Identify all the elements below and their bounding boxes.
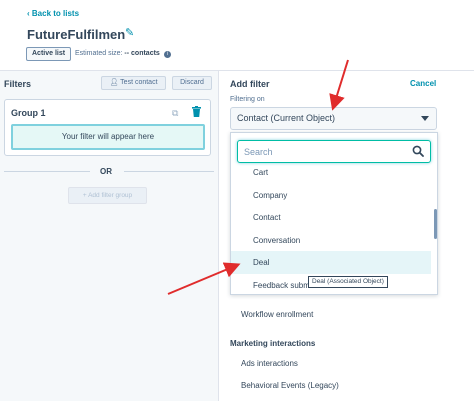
estimated-size-value: -- contacts bbox=[124, 50, 160, 57]
test-contact-label: Test contact bbox=[120, 79, 158, 86]
filter-placeholder[interactable]: Your filter will appear here bbox=[11, 124, 205, 150]
property-item-behavioral-events[interactable]: Behavioral Events (Legacy) bbox=[241, 381, 339, 390]
object-dropdown-menu: Cart Company Contact Conversation Deal F… bbox=[230, 132, 438, 295]
estimated-size: Estimated size: -- contacts i bbox=[75, 50, 171, 58]
trash-icon[interactable] bbox=[192, 106, 201, 117]
search-box bbox=[237, 140, 431, 163]
person-icon: 👤︎ bbox=[109, 79, 119, 86]
dropdown-item-company[interactable]: Company bbox=[231, 184, 431, 207]
info-icon[interactable]: i bbox=[163, 51, 171, 58]
caret-down-icon bbox=[421, 116, 429, 121]
object-select[interactable]: Contact (Current Object) bbox=[230, 107, 437, 130]
add-filter-group-label: Add filter group bbox=[88, 192, 133, 199]
filters-panel: Filters 👤︎ Test contact Discard Group 1 … bbox=[0, 71, 219, 401]
chevron-left-icon: ‹ bbox=[27, 9, 30, 18]
add-filter-title: Add filter bbox=[230, 79, 270, 89]
filter-group: Group 1 ⧉ Your filter will appear here bbox=[4, 99, 211, 156]
status-badge: Active list bbox=[26, 47, 72, 61]
or-divider-left bbox=[4, 171, 90, 172]
filters-title: Filters bbox=[4, 79, 32, 89]
dropdown-scrollbar[interactable] bbox=[434, 209, 437, 239]
search-input[interactable] bbox=[238, 141, 408, 162]
group-title: Group 1 bbox=[11, 108, 46, 118]
page-title: FutureFulfilmen bbox=[27, 27, 126, 42]
filtering-on-label: Filtering on bbox=[230, 96, 265, 103]
property-item-workflow-enrollment[interactable]: Workflow enrollment bbox=[241, 310, 313, 319]
add-filter-group-button[interactable]: + Add filter group bbox=[68, 187, 147, 204]
or-divider-right bbox=[124, 171, 214, 172]
or-label: OR bbox=[100, 167, 112, 176]
back-to-lists-link[interactable]: ‹ Back to lists bbox=[27, 9, 79, 18]
object-select-value: Contact (Current Object) bbox=[237, 113, 336, 123]
search-icon[interactable] bbox=[412, 145, 424, 157]
test-contact-button[interactable]: 👤︎ Test contact bbox=[101, 76, 166, 90]
cancel-link[interactable]: Cancel bbox=[410, 79, 436, 88]
deal-tooltip: Deal (Associated Object) bbox=[308, 276, 388, 288]
back-to-lists-label: Back to lists bbox=[31, 9, 80, 18]
edit-pencil-icon[interactable]: ✎ bbox=[125, 26, 134, 39]
estimated-size-label: Estimated size: bbox=[75, 50, 123, 57]
list-header: ‹ Back to lists FutureFulfilmen ✎ Active… bbox=[0, 0, 474, 70]
dropdown-item-contact[interactable]: Contact bbox=[231, 206, 431, 229]
copy-icon[interactable]: ⧉ bbox=[172, 108, 178, 119]
dropdown-item-deal[interactable]: Deal bbox=[231, 251, 431, 274]
property-item-ads-interactions[interactable]: Ads interactions bbox=[241, 359, 298, 368]
section-heading-marketing-interactions: Marketing interactions bbox=[230, 339, 316, 348]
plus-icon: + bbox=[82, 192, 87, 199]
discard-button[interactable]: Discard bbox=[172, 76, 212, 90]
dropdown-item-cart[interactable]: Cart bbox=[231, 161, 431, 184]
dropdown-item-conversation[interactable]: Conversation bbox=[231, 229, 431, 252]
